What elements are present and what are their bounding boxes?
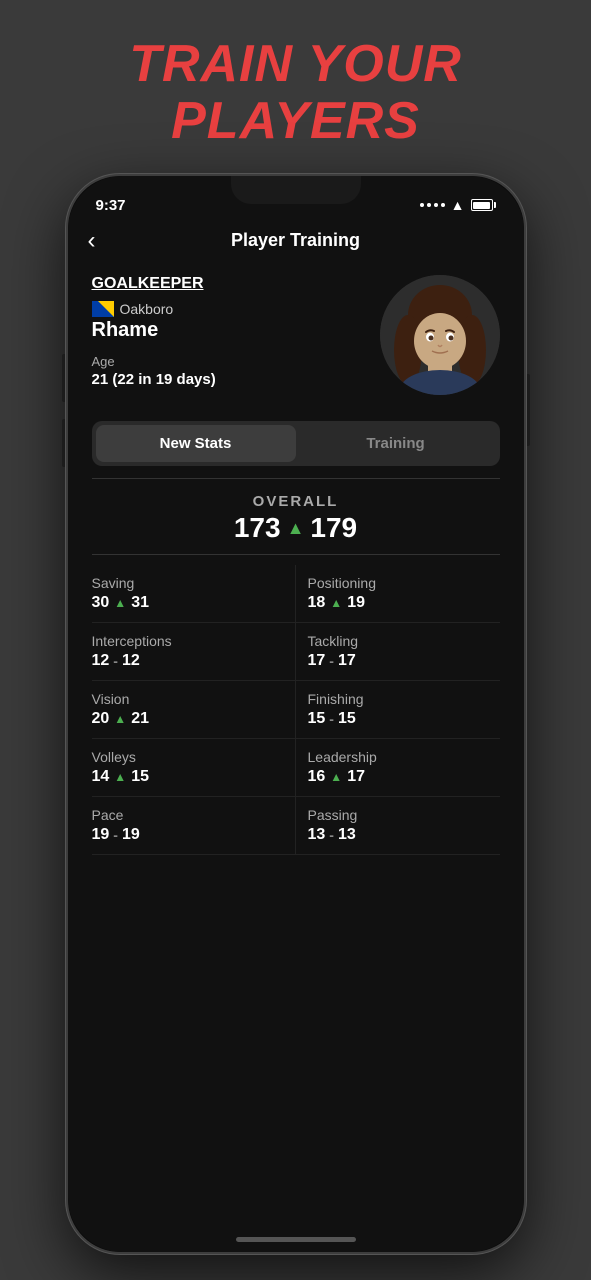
stat-cell: Leadership 16 ▲ 17 — [296, 739, 500, 797]
overall-arrow-up-icon: ▲ — [287, 518, 305, 539]
status-time: 9:37 — [96, 197, 126, 214]
overall-section: OVERALL 173 ▲ 179 — [92, 478, 500, 555]
stat-name: Saving — [92, 575, 283, 591]
stat-cell: Tackling 17 - 17 — [296, 623, 500, 681]
stat-old: 19 — [92, 826, 110, 844]
overall-old: 173 — [234, 512, 281, 544]
screen-header: ‹ Player Training — [68, 220, 524, 261]
age-label: Age — [92, 354, 380, 369]
stat-dash: - — [329, 653, 334, 669]
tab-training[interactable]: Training — [296, 425, 496, 462]
stat-arrow-up-icon: ▲ — [114, 712, 126, 726]
stat-new: 21 — [131, 710, 149, 728]
player-name: Rhame — [92, 319, 380, 342]
stat-name: Tackling — [308, 633, 500, 649]
club-name: Oakboro — [120, 301, 174, 317]
back-button[interactable]: ‹ — [88, 227, 96, 255]
stat-old: 15 — [308, 710, 326, 728]
stat-new: 12 — [122, 652, 140, 670]
stat-arrow-up-icon: ▲ — [114, 770, 126, 784]
stat-name: Positioning — [308, 575, 500, 591]
stat-name: Pace — [92, 807, 283, 823]
stat-cell: Finishing 15 - 15 — [296, 681, 500, 739]
stat-dash: - — [329, 827, 334, 843]
stat-dash: - — [329, 711, 334, 727]
stat-values: 20 ▲ 21 — [92, 710, 283, 728]
stat-values: 19 - 19 — [92, 826, 283, 844]
phone-device: 9:37 ▲ — [66, 174, 526, 1254]
stat-cell: Passing 13 - 13 — [296, 797, 500, 855]
stat-name: Finishing — [308, 691, 500, 707]
stat-cell: Vision 20 ▲ 21 — [92, 681, 296, 739]
battery-icon — [471, 199, 496, 211]
stat-name: Volleys — [92, 749, 283, 765]
player-info: GOALKEEPER Oakboro Rhame Age 21 (22 in 1… — [92, 275, 380, 395]
volume-up-button — [62, 354, 66, 402]
tab-new-stats[interactable]: New Stats — [96, 425, 296, 462]
club-flag — [92, 301, 114, 317]
power-button — [526, 374, 530, 446]
overall-new: 179 — [310, 512, 357, 544]
stat-arrow-up-icon: ▲ — [330, 770, 342, 784]
stat-new: 17 — [338, 652, 356, 670]
stat-name: Interceptions — [92, 633, 283, 649]
player-club-row: Oakboro — [92, 301, 380, 317]
notch — [231, 176, 361, 204]
stat-cell: Pace 19 - 19 — [92, 797, 296, 855]
stat-old: 17 — [308, 652, 326, 670]
stat-values: 17 - 17 — [308, 652, 500, 670]
stat-values: 13 - 13 — [308, 826, 500, 844]
stat-old: 20 — [92, 710, 110, 728]
stats-grid: Saving 30 ▲ 31 Positioning 18 ▲ 19 Interceptions… — [68, 565, 524, 855]
stat-name: Passing — [308, 807, 500, 823]
stat-new: 15 — [338, 710, 356, 728]
stat-new: 17 — [347, 768, 365, 786]
signal-icon — [420, 203, 445, 207]
stat-new: 31 — [131, 594, 149, 612]
home-indicator — [236, 1237, 356, 1242]
stat-old: 16 — [308, 768, 326, 786]
stat-values: 14 ▲ 15 — [92, 768, 283, 786]
stat-old: 12 — [92, 652, 110, 670]
phone-screen: 9:37 ▲ — [68, 176, 524, 1252]
player-position: GOALKEEPER — [92, 275, 380, 293]
stat-cell: Positioning 18 ▲ 19 — [296, 565, 500, 623]
stat-new: 19 — [122, 826, 140, 844]
player-avatar — [380, 275, 500, 395]
stat-old: 18 — [308, 594, 326, 612]
stat-old: 14 — [92, 768, 110, 786]
stat-arrow-up-icon: ▲ — [330, 596, 342, 610]
stat-new: 19 — [347, 594, 365, 612]
screen-title: Player Training — [231, 230, 360, 251]
stat-arrow-up-icon: ▲ — [114, 596, 126, 610]
stat-cell: Volleys 14 ▲ 15 — [92, 739, 296, 797]
tab-bar: New Stats Training — [92, 421, 500, 466]
overall-values: 173 ▲ 179 — [92, 512, 500, 544]
stat-values: 30 ▲ 31 — [92, 594, 283, 612]
stat-cell: Interceptions 12 - 12 — [92, 623, 296, 681]
wifi-icon: ▲ — [451, 197, 465, 213]
player-section: GOALKEEPER Oakboro Rhame Age 21 (22 in 1… — [68, 261, 524, 409]
page-title: TRAIN YOUR PLAYERS — [129, 36, 462, 150]
phone-shell: 9:37 ▲ — [66, 174, 526, 1254]
stat-cell: Saving 30 ▲ 31 — [92, 565, 296, 623]
stat-new: 13 — [338, 826, 356, 844]
stat-dash: - — [113, 653, 118, 669]
stat-new: 15 — [131, 768, 149, 786]
stat-values: 15 - 15 — [308, 710, 500, 728]
stat-values: 18 ▲ 19 — [308, 594, 500, 612]
stat-values: 16 ▲ 17 — [308, 768, 500, 786]
stat-name: Vision — [92, 691, 283, 707]
status-icons: ▲ — [420, 197, 496, 213]
overall-label: OVERALL — [92, 493, 500, 510]
stat-old: 30 — [92, 594, 110, 612]
stat-old: 13 — [308, 826, 326, 844]
volume-down-button — [62, 419, 66, 467]
stat-dash: - — [113, 827, 118, 843]
age-value: 21 (22 in 19 days) — [92, 371, 380, 388]
stat-values: 12 - 12 — [92, 652, 283, 670]
stat-name: Leadership — [308, 749, 500, 765]
